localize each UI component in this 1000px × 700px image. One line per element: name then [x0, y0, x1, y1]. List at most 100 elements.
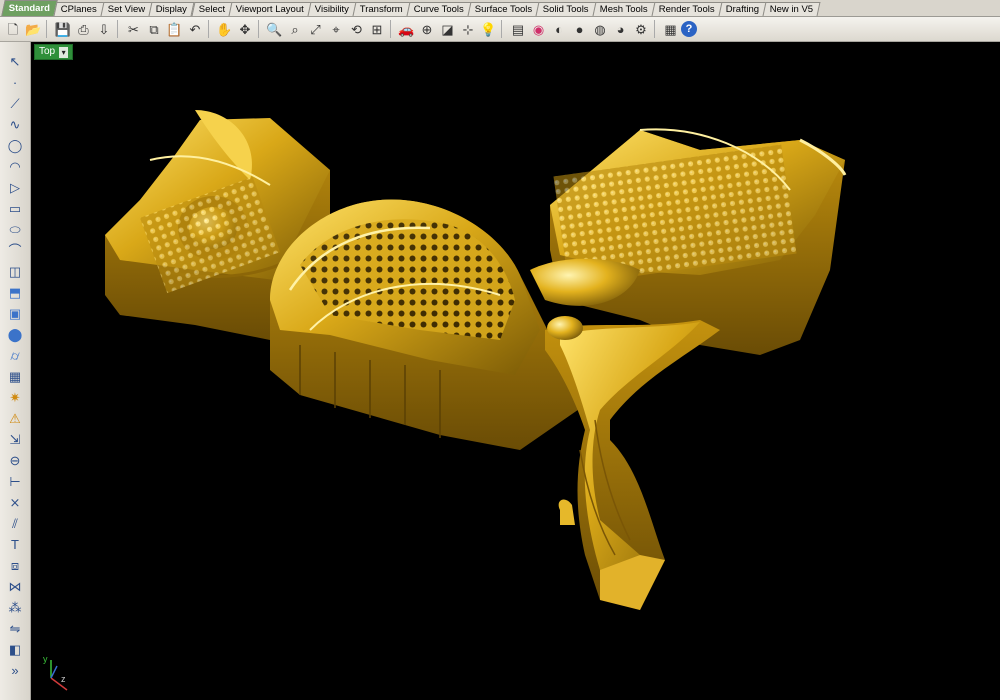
text-icon[interactable]: T: [5, 535, 25, 553]
zoom-selected-icon[interactable]: ⌖: [326, 19, 346, 39]
light-bulb-icon[interactable]: 💡: [479, 19, 499, 39]
snap-icon[interactable]: ⊹: [458, 19, 478, 39]
dimension-icon[interactable]: ⊢: [5, 472, 25, 490]
select-arrow-icon[interactable]: ↖: [5, 52, 25, 70]
mesh-icon[interactable]: ▦: [5, 367, 25, 385]
curve-icon[interactable]: ∿: [5, 115, 25, 133]
car-icon[interactable]: 🚗: [397, 19, 417, 39]
layer-icon[interactable]: ▤: [508, 19, 528, 39]
cplane-icon[interactable]: ⊕: [417, 19, 437, 39]
axis-y-label: y: [43, 654, 48, 664]
tab-solid-tools[interactable]: Solid Tools: [535, 2, 597, 16]
viewport-name: Top: [39, 46, 56, 57]
toolbar-separator: [116, 20, 122, 38]
tab-transform[interactable]: Transform: [352, 2, 411, 16]
render-icon[interactable]: ●: [570, 19, 590, 39]
env-sphere-icon[interactable]: ◕: [611, 19, 631, 39]
mirror-icon[interactable]: ⇋: [5, 619, 25, 637]
toolbar-separator: [653, 20, 659, 38]
four-viewports-icon[interactable]: ⊞: [367, 19, 387, 39]
more-icon[interactable]: »: [5, 661, 25, 679]
tab-visibility[interactable]: Visibility: [307, 2, 357, 16]
tab-cplanes[interactable]: CPlanes: [53, 2, 105, 16]
shade-icon[interactable]: ◐: [549, 19, 569, 39]
circle-icon[interactable]: ◯: [5, 136, 25, 154]
undo-icon[interactable]: ↶: [185, 19, 205, 39]
fillet-icon[interactable]: ⌒: [5, 241, 25, 259]
tab-label: Visibility: [314, 4, 349, 15]
left-tool-palette: ↖ · ⟋ ∿ ◯ ◠ ▷ ▭ ⬭ ⌒ ◫ ⬒ ▣ ⬤ ⌭ ▦ ✷ ⚠ ⇲ ⊖ ⊢ ⨯ ⫽ T ⧈ ⋈ ⁂ ⇋ ◧ »: [0, 42, 31, 700]
group-icon[interactable]: ⧈: [5, 556, 25, 574]
tab-select[interactable]: Select: [191, 2, 233, 16]
tab-render-tools[interactable]: Render Tools: [651, 2, 723, 16]
axis-z-label: z: [61, 674, 66, 684]
rotate-view-icon[interactable]: ⟲: [347, 19, 367, 39]
tab-label: Solid Tools: [543, 4, 589, 15]
standard-toolbar: 🗋 📂 💾 ⎙ ⇩ ✂ ⧉ 📋 ↶ ✋ ✥ 🔍 ⌕ ⤢ ⌖ ⟲ ⊞ 🚗 ⊕ ◪ ⊹ 💡 ▤ ◉ ◐ ● ◍ ◕ ⚙ ▦?: [0, 17, 1000, 42]
solid-edit-icon[interactable]: ◧: [5, 640, 25, 658]
color-wheel-icon[interactable]: ◉: [529, 19, 549, 39]
transform-icon[interactable]: ⇲: [5, 430, 25, 448]
tab-set-view[interactable]: Set View: [100, 2, 153, 16]
tab-new-in-v5[interactable]: New in V5: [762, 2, 821, 16]
tab-drafting[interactable]: Drafting: [718, 2, 767, 16]
move-icon[interactable]: ✥: [235, 19, 255, 39]
tab-display[interactable]: Display: [148, 2, 196, 16]
import-icon[interactable]: ⇩: [94, 19, 114, 39]
pan-icon[interactable]: ✋: [215, 19, 235, 39]
box-icon[interactable]: ▣: [5, 304, 25, 322]
perspective-icon[interactable]: ◪: [438, 19, 458, 39]
gear-icon[interactable]: ⚙: [631, 19, 651, 39]
polyline-icon[interactable]: ⟋: [5, 94, 25, 112]
cylinder-icon[interactable]: ⌭: [5, 346, 25, 364]
join-icon[interactable]: ⋈: [5, 577, 25, 595]
material-sphere-icon[interactable]: ◍: [590, 19, 610, 39]
cut-icon[interactable]: ✂: [124, 19, 144, 39]
split-icon[interactable]: ⫽: [5, 514, 25, 532]
paste-icon[interactable]: 📋: [165, 19, 185, 39]
ellipse-icon[interactable]: ⬭: [5, 220, 25, 238]
help-icon[interactable]: ?: [681, 21, 697, 37]
sphere-icon[interactable]: ⬤: [5, 325, 25, 343]
surface-edge-icon[interactable]: ◫: [5, 262, 25, 280]
extrude-icon[interactable]: ⬒: [5, 283, 25, 301]
tab-curve-tools[interactable]: Curve Tools: [406, 2, 472, 16]
tab-standard[interactable]: Standard: [1, 0, 58, 16]
world-axis-icon: y z: [43, 654, 68, 691]
tab-label: Render Tools: [658, 4, 715, 15]
toolbar-separator: [207, 20, 213, 38]
tab-label: Standard: [8, 3, 50, 14]
tab-label: Set View: [107, 4, 146, 15]
explode-icon[interactable]: ✷: [5, 388, 25, 406]
tab-viewport-layout[interactable]: Viewport Layout: [228, 2, 312, 16]
viewport-top[interactable]: Top ▾ y z: [31, 42, 1000, 700]
toolbar-separator: [501, 20, 506, 38]
array-icon[interactable]: ⁂: [5, 598, 25, 616]
properties-icon[interactable]: ▦: [661, 19, 681, 39]
tab-label: Mesh Tools: [599, 4, 648, 15]
toolbar-tab-strip: Standard CPlanes Set View Display Select View…: [0, 0, 1000, 17]
copy-icon[interactable]: ⧉: [144, 19, 164, 39]
polygon-icon[interactable]: ▷: [5, 178, 25, 196]
arc-icon[interactable]: ◠: [5, 157, 25, 175]
viewport-menu-arrow-icon[interactable]: ▾: [59, 46, 69, 58]
save-icon[interactable]: 💾: [53, 19, 73, 39]
trim-icon[interactable]: ⨯: [5, 493, 25, 511]
viewport-title-tab[interactable]: Top ▾: [34, 44, 74, 60]
tab-mesh-tools[interactable]: Mesh Tools: [592, 2, 656, 16]
rectangle-icon[interactable]: ▭: [5, 199, 25, 217]
tab-label: Display: [156, 4, 188, 15]
new-file-icon[interactable]: 🗋: [3, 19, 23, 39]
zoom-window-icon[interactable]: ⌕: [285, 19, 305, 39]
zoom-icon[interactable]: 🔍: [265, 19, 285, 39]
owl-pendant-model: [105, 110, 847, 610]
analyze-icon[interactable]: ⚠: [5, 409, 25, 427]
zoom-extents-icon[interactable]: ⤢: [306, 19, 326, 39]
open-file-icon[interactable]: 📂: [24, 19, 44, 39]
print-icon[interactable]: ⎙: [74, 19, 94, 39]
tab-surface-tools[interactable]: Surface Tools: [467, 2, 540, 16]
point-icon[interactable]: ·: [5, 73, 25, 91]
boolean-icon[interactable]: ⊖: [5, 451, 25, 469]
tab-label: Drafting: [725, 4, 759, 15]
toolbar-separator: [257, 20, 263, 38]
